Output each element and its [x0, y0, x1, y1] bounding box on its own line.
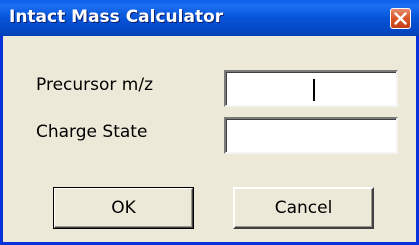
precursor-mz-field-frame [224, 70, 398, 107]
window-title: Intact Mass Calculator [9, 7, 224, 27]
precursor-mz-input[interactable] [226, 72, 396, 105]
charge-state-input[interactable] [226, 119, 396, 152]
title-bar[interactable]: Intact Mass Calculator [0, 0, 419, 36]
ok-button-label: OK [111, 198, 136, 218]
precursor-mz-label: Precursor m/z [36, 75, 153, 95]
text-caret [313, 79, 315, 101]
cancel-button[interactable]: Cancel [233, 187, 374, 229]
ok-button[interactable]: OK [53, 187, 194, 229]
close-icon [394, 12, 407, 25]
dialog-window: Intact Mass Calculator Precursor m/z Cha… [0, 0, 419, 245]
cancel-button-label: Cancel [274, 198, 333, 218]
charge-state-field-frame [224, 117, 398, 154]
close-button[interactable] [390, 8, 411, 29]
charge-state-label: Charge State [36, 122, 148, 142]
